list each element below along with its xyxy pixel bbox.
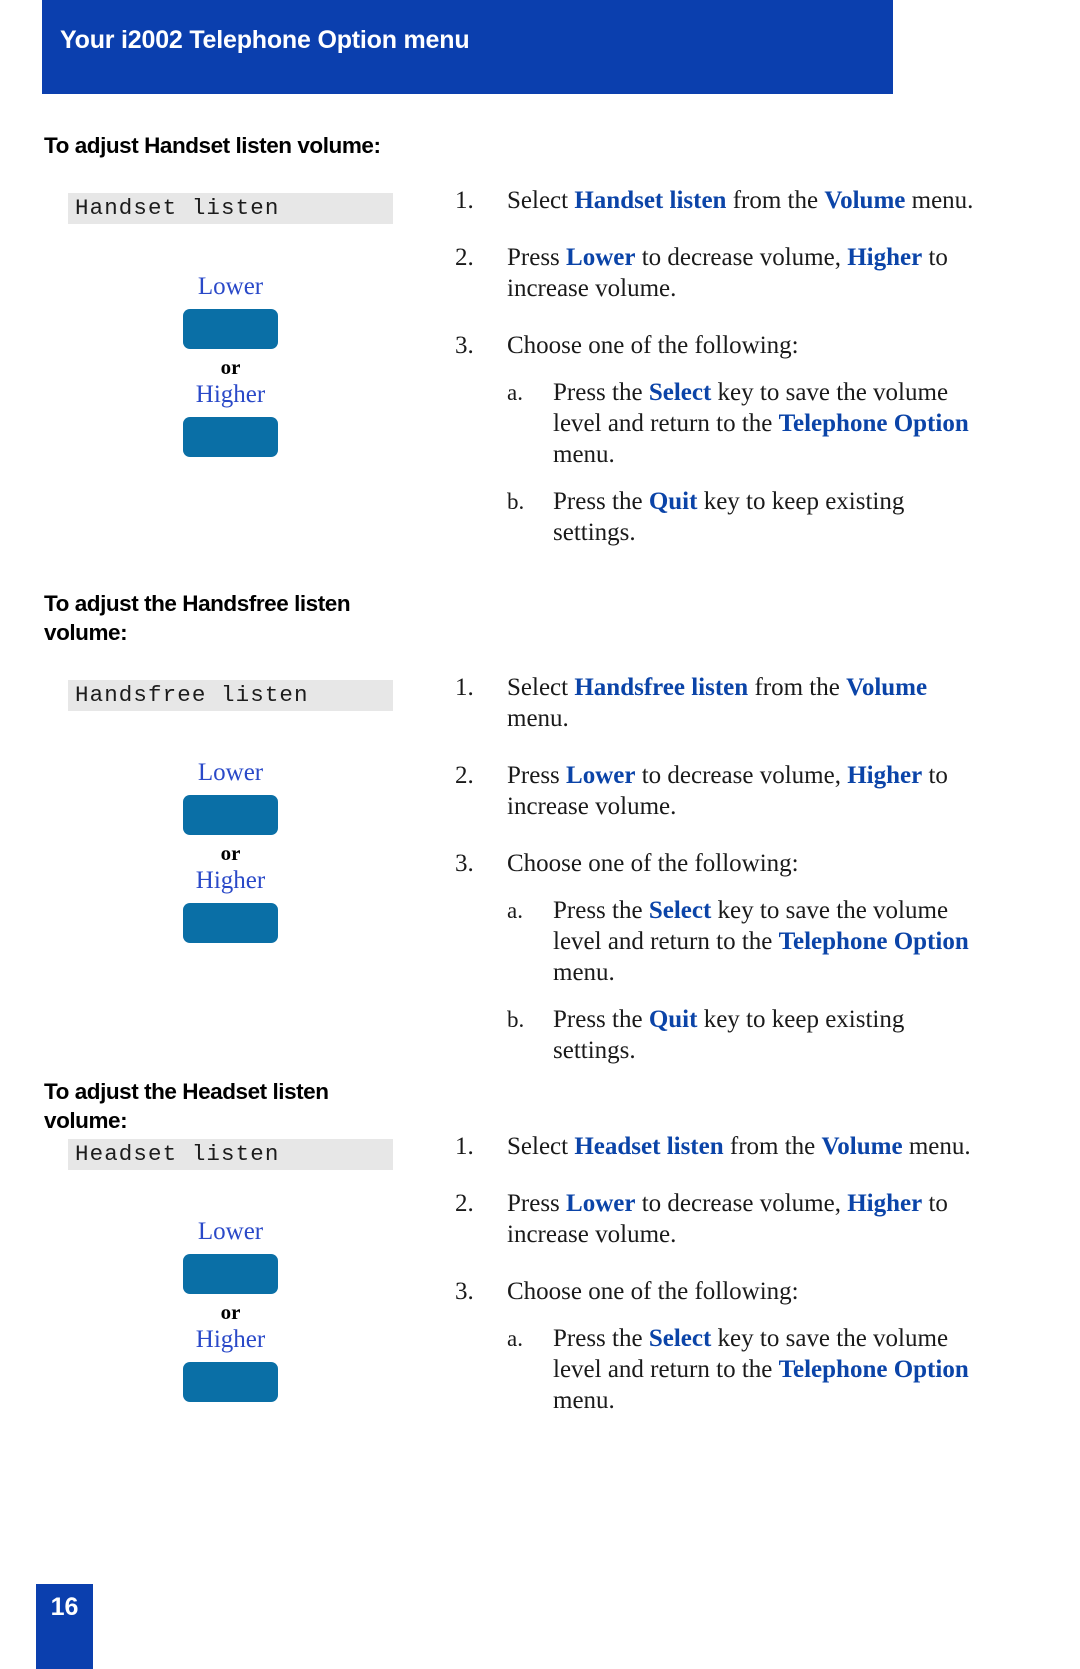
page-number: 16 — [50, 1593, 79, 1621]
section-heading: To adjust Handset listen volume: — [44, 133, 381, 158]
instruction-substep: b. Press the Quit key to keep existing se… — [455, 1004, 1055, 1066]
step-text: Select Headset listen from the Volume me… — [507, 1133, 971, 1160]
page-header-banner: Your i2002 Telephone Option menu — [42, 0, 893, 94]
lower-key-button[interactable] — [183, 1254, 278, 1294]
lower-key-button[interactable] — [183, 795, 278, 835]
substep-text: Press the Select key to save the volume … — [553, 379, 969, 468]
step-number: 2. — [455, 244, 474, 271]
step-number: 3. — [455, 1278, 474, 1305]
step-number: 3. — [455, 850, 474, 877]
substep-text: Press the Quit key to keep existing sett… — [553, 488, 905, 546]
step-number: 3. — [455, 332, 474, 359]
instruction-steps: 1. Select Headset listen from the Volume … — [455, 1131, 1055, 1416]
volume-key-stack: Lower or Higher — [68, 1217, 393, 1402]
or-separator-label: or — [220, 1300, 241, 1324]
step-text: Press Lower to decrease volume, Higher t… — [507, 762, 948, 820]
substep-text: Press the Quit key to keep existing sett… — [553, 1006, 905, 1064]
instruction-step: 3. Choose one of the following: — [455, 1276, 1055, 1307]
section-heading: To adjust the Headset listen volume: — [44, 1079, 329, 1133]
step-text: Select Handset listen from the Volume me… — [507, 187, 974, 214]
lower-key-label: Lower — [197, 273, 264, 300]
keyword-emphasis: Select — [648, 897, 712, 924]
keyword-emphasis: Higher — [847, 1190, 923, 1217]
page-header-title: Your i2002 Telephone Option menu — [60, 26, 470, 54]
higher-key-label: Higher — [195, 867, 266, 894]
keyword-emphasis: Handsfree listen — [574, 674, 749, 701]
volume-key-stack: Lower or Higher — [68, 758, 393, 943]
keyword-emphasis: Telephone Option — [778, 928, 969, 955]
instruction-steps: 1. Select Handsfree listen from the Volum… — [455, 672, 1055, 1066]
substep-letter: b. — [507, 1007, 525, 1032]
instruction-step: 2. Press Lower to decrease volume, Higher… — [455, 242, 1055, 304]
instruction-substep: a. Press the Select key to save the volum… — [455, 1323, 1055, 1416]
volume-key-stack: Lower or Higher — [68, 272, 393, 457]
instruction-steps: 1. Select Handset listen from the Volume … — [455, 185, 1055, 548]
instruction-step: 3. Choose one of the following: — [455, 848, 1055, 879]
phone-display-box: Handsfree listen — [68, 680, 393, 711]
higher-key-button[interactable] — [183, 903, 278, 943]
instruction-step: 2. Press Lower to decrease volume, Higher… — [455, 1188, 1055, 1250]
keyword-emphasis: Lower — [566, 244, 636, 271]
step-text: Choose one of the following: — [507, 1278, 799, 1305]
lower-key-button[interactable] — [183, 309, 278, 349]
instruction-step: 1. Select Handset listen from the Volume … — [455, 185, 1055, 216]
phone-display-box: Handset listen — [68, 193, 393, 224]
higher-key-button[interactable] — [183, 1362, 278, 1402]
step-text: Choose one of the following: — [507, 850, 799, 877]
keyword-emphasis: Volume — [821, 1133, 903, 1160]
document-page: Your i2002 Telephone Option menu To adju… — [0, 0, 1080, 1669]
step-text: Press Lower to decrease volume, Higher t… — [507, 244, 948, 302]
or-separator-label: or — [220, 841, 241, 865]
or-separator-label: or — [220, 355, 241, 379]
keyword-emphasis: Select — [648, 1325, 712, 1352]
keyword-emphasis: Telephone Option — [778, 410, 969, 437]
step-number: 1. — [455, 1133, 474, 1160]
step-text: Select Handsfree listen from the Volume … — [507, 674, 928, 732]
keyword-emphasis: Quit — [648, 1006, 698, 1033]
substep-letter: a. — [507, 380, 523, 405]
higher-key-label: Higher — [195, 1326, 266, 1353]
keyword-emphasis: Lower — [566, 1190, 636, 1217]
substep-letter: a. — [507, 898, 523, 923]
instruction-substep: a. Press the Select key to save the volum… — [455, 895, 1055, 988]
keyword-emphasis: Volume — [824, 187, 906, 214]
section-heading: To adjust the Handsfree listen volume: — [44, 591, 351, 645]
keyword-emphasis: Lower — [566, 762, 636, 789]
substep-text: Press the Select key to save the volume … — [553, 1325, 969, 1414]
instruction-step: 3. Choose one of the following: — [455, 330, 1055, 361]
step-number: 2. — [455, 1190, 474, 1217]
instruction-substep: a. Press the Select key to save the volum… — [455, 377, 1055, 470]
keyword-emphasis: Quit — [648, 488, 698, 515]
keyword-emphasis: Telephone Option — [778, 1356, 969, 1383]
instruction-step: 1. Select Headset listen from the Volume … — [455, 1131, 1055, 1162]
higher-key-label: Higher — [195, 381, 266, 408]
keyword-emphasis: Handset listen — [574, 187, 727, 214]
lower-key-label: Lower — [197, 759, 264, 786]
keyword-emphasis: Headset listen — [574, 1133, 724, 1160]
substep-letter: b. — [507, 489, 525, 514]
step-number: 2. — [455, 762, 474, 789]
keyword-emphasis: Volume — [846, 674, 928, 701]
step-number: 1. — [455, 674, 474, 701]
keyword-emphasis: Select — [648, 379, 712, 406]
page-number-box: 16 — [36, 1584, 93, 1669]
step-number: 1. — [455, 187, 474, 214]
phone-display-box: Headset listen — [68, 1139, 393, 1170]
instruction-step: 2. Press Lower to decrease volume, Higher… — [455, 760, 1055, 822]
instruction-step: 1. Select Handsfree listen from the Volum… — [455, 672, 1055, 734]
step-text: Choose one of the following: — [507, 332, 799, 359]
step-text: Press Lower to decrease volume, Higher t… — [507, 1190, 948, 1248]
substep-letter: a. — [507, 1326, 523, 1351]
instruction-substep: b. Press the Quit key to keep existing se… — [455, 486, 1055, 548]
substep-text: Press the Select key to save the volume … — [553, 897, 969, 986]
keyword-emphasis: Higher — [847, 244, 923, 271]
lower-key-label: Lower — [197, 1218, 264, 1245]
keyword-emphasis: Higher — [847, 762, 923, 789]
higher-key-button[interactable] — [183, 417, 278, 457]
